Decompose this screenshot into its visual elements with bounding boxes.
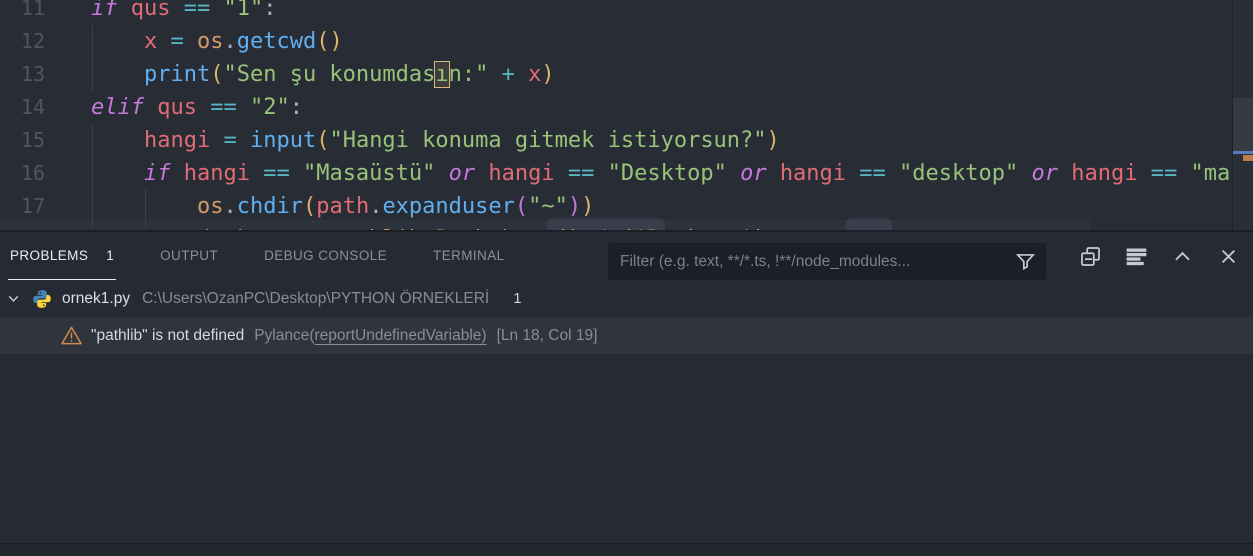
tab-output-label: OUTPUT: [160, 248, 219, 263]
occurrence-highlight: [846, 218, 892, 230]
tab-problems-label: PROBLEMS: [10, 248, 89, 263]
status-bar-edge: [0, 543, 1253, 556]
collapse-all-icon[interactable]: [1079, 245, 1101, 267]
problem-row[interactable]: "pathlib" is not defined Pylance(reportU…: [0, 317, 1253, 354]
minimap-slider[interactable]: [1233, 98, 1253, 151]
problems-count-badge: 1: [106, 248, 115, 263]
tab-terminal[interactable]: TERMINAL: [431, 232, 506, 280]
filter-funnel-icon[interactable]: [1014, 251, 1036, 273]
problem-source-close: ): [481, 326, 487, 344]
panel-header: PROBLEMS 1 OUTPUT DEBUG CONSOLE TERMINAL: [0, 232, 1253, 280]
python-file-icon: [32, 289, 52, 309]
tab-problems[interactable]: PROBLEMS 1: [8, 232, 117, 280]
maximize-panel-icon[interactable]: [1171, 245, 1193, 267]
tab-output[interactable]: OUTPUT: [158, 232, 220, 280]
line-number: 14: [20, 95, 45, 119]
close-panel-icon[interactable]: [1217, 245, 1239, 267]
problems-file-row[interactable]: ornek1.py C:\Users\OzanPC\Desktop\PYTHON…: [0, 280, 1253, 317]
line-number: 17: [20, 194, 45, 218]
code-editor[interactable]: 11 if qus == "1": 12 x = os.getcwd() 13 pri…: [0, 0, 1253, 232]
line-number: 11: [20, 0, 45, 20]
problem-code-link[interactable]: reportUndefinedVariable: [315, 327, 482, 345]
panel-tabs: PROBLEMS 1 OUTPUT DEBUG CONSOLE TERMINAL: [8, 232, 549, 280]
problems-filter-box[interactable]: [608, 243, 1046, 280]
line-number: 13: [20, 62, 45, 86]
file-path: C:\Users\OzanPC\Desktop\PYTHON ÖRNEKLERİ: [142, 289, 490, 307]
panel-action-icons: [1079, 232, 1239, 280]
tab-terminal-label: TERMINAL: [433, 248, 505, 263]
minimap[interactable]: [1232, 0, 1253, 230]
line-number: 15: [20, 128, 45, 152]
file-problem-count-badge: 1: [513, 290, 522, 307]
line-number: 12: [20, 29, 45, 53]
line-number: 18: [0, 223, 45, 230]
problem-message: "pathlib" is not defined: [91, 326, 245, 344]
minimap-warning-mark: [1243, 155, 1253, 161]
line-number: 16: [20, 161, 45, 185]
warning-icon: [60, 325, 83, 346]
problems-panel: PROBLEMS 1 OUTPUT DEBUG CONSOLE TERMINAL: [0, 232, 1253, 543]
problem-location: [Ln 18, Col 19]: [496, 326, 598, 344]
problems-filter-input[interactable]: [620, 252, 1014, 271]
tab-debug-console-label: DEBUG CONSOLE: [264, 248, 388, 263]
chevron-down-icon[interactable]: [4, 290, 22, 308]
tab-debug-console[interactable]: DEBUG CONSOLE: [262, 232, 389, 280]
view-as-table-icon[interactable]: [1125, 245, 1147, 267]
occurrence-highlight: [547, 218, 665, 230]
minimap-selection-mark: [1233, 151, 1253, 154]
file-name: ornek1.py: [62, 289, 131, 307]
problem-source: Pylance(: [254, 326, 315, 344]
